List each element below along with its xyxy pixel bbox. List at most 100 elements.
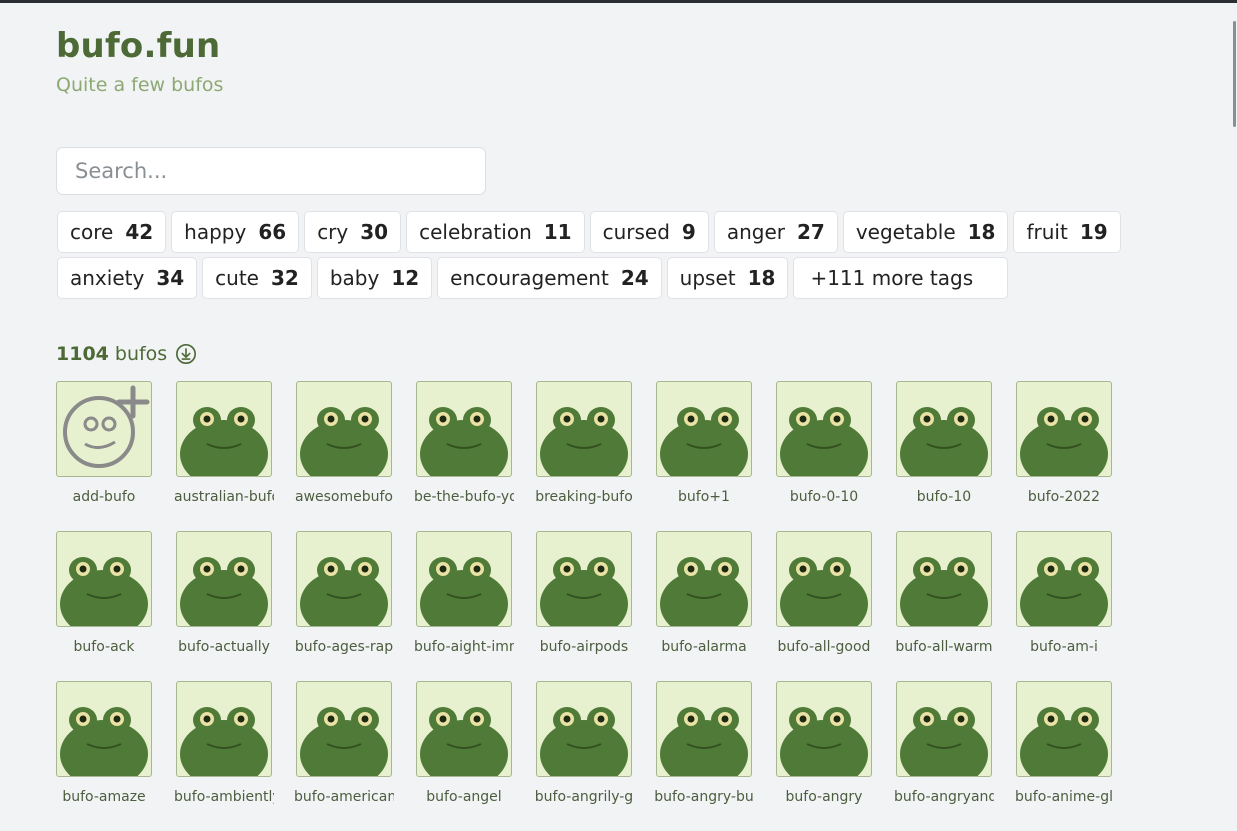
tag-cursed[interactable]: cursed 9 xyxy=(589,211,709,253)
bufo-card[interactable]: bufo-aight-imma xyxy=(414,531,514,655)
bufo-thumbnail[interactable] xyxy=(896,531,992,627)
bufo-thumbnail[interactable] xyxy=(896,681,992,777)
tag-happy[interactable]: happy 66 xyxy=(171,211,300,253)
bufo-thumbnail[interactable] xyxy=(1016,681,1112,777)
bufo-name[interactable]: bufo+1 xyxy=(654,489,754,505)
tag-encouragement[interactable]: encouragement 24 xyxy=(437,257,662,299)
more-tags-button[interactable]: +111 more tags xyxy=(793,257,1009,299)
bufo-thumbnail[interactable] xyxy=(776,531,872,627)
bufo-thumbnail[interactable] xyxy=(416,381,512,477)
bufo-thumbnail[interactable] xyxy=(536,681,632,777)
bufo-name[interactable]: bufo-actually xyxy=(174,639,274,655)
tag-celebration[interactable]: celebration 11 xyxy=(406,211,585,253)
scrollbar-thumb[interactable] xyxy=(1233,21,1236,127)
bufo-card[interactable]: bufo-angrily-g xyxy=(534,681,634,805)
bufo-name[interactable]: breaking-bufo xyxy=(534,489,634,505)
tag-cute[interactable]: cute 32 xyxy=(202,257,312,299)
bufo-thumbnail[interactable] xyxy=(656,531,752,627)
bufo-name[interactable]: australian-bufo xyxy=(174,489,274,505)
bufo-name[interactable]: bufo-all-good xyxy=(774,639,874,655)
bufo-card[interactable]: bufo+1 xyxy=(656,381,752,505)
bufo-thumbnail[interactable] xyxy=(176,381,272,477)
tag-vegetable[interactable]: vegetable 18 xyxy=(842,211,1009,253)
bufo-card[interactable]: australian-bufo xyxy=(174,381,274,505)
bufo-thumbnail[interactable] xyxy=(296,531,392,627)
bufo-name[interactable]: bufo-angry-bu xyxy=(654,789,754,805)
bufo-card[interactable]: be-the-bufo-you xyxy=(414,381,514,505)
bufo-card[interactable]: bufo-am-i xyxy=(1016,531,1112,655)
bufo-card[interactable]: bufo-0-10 xyxy=(776,381,872,505)
tag-cry[interactable]: cry 30 xyxy=(304,211,402,253)
site-title[interactable]: bufo.fun xyxy=(56,26,220,66)
bufo-card[interactable]: bufo-airpods xyxy=(536,531,632,655)
bufo-thumbnail[interactable] xyxy=(296,381,392,477)
bufo-thumbnail[interactable] xyxy=(56,381,152,477)
bufo-card[interactable]: bufo-anime-gl xyxy=(1014,681,1114,805)
bufo-name[interactable]: bufo-american xyxy=(294,789,394,805)
bufo-name[interactable]: add-bufo xyxy=(54,489,154,505)
bufo-card[interactable]: bufo-10 xyxy=(896,381,992,505)
bufo-name[interactable]: awesomebufo xyxy=(294,489,394,505)
bufo-card[interactable]: bufo-actually xyxy=(176,531,272,655)
bufo-name[interactable]: bufo-10 xyxy=(894,489,994,505)
bufo-name[interactable]: bufo-amaze xyxy=(54,789,154,805)
scrollbar[interactable] xyxy=(1229,3,1237,814)
bufo-thumbnail[interactable] xyxy=(416,531,512,627)
bufo-name[interactable]: bufo-aight-imma xyxy=(414,639,514,655)
tag-fruit[interactable]: fruit 19 xyxy=(1013,211,1121,253)
bufo-thumbnail[interactable] xyxy=(176,681,272,777)
bufo-thumbnail[interactable] xyxy=(536,531,632,627)
bufo-name[interactable]: bufo-angrily-g xyxy=(534,789,634,805)
bufo-name[interactable]: bufo-0-10 xyxy=(774,489,874,505)
bufo-card[interactable]: bufo-angel xyxy=(416,681,512,805)
bufo-card[interactable]: bufo-ages-rap xyxy=(294,531,394,655)
download-circle-icon[interactable] xyxy=(175,343,197,365)
bufo-thumbnail[interactable] xyxy=(1016,531,1112,627)
bufo-thumbnail[interactable] xyxy=(536,381,632,477)
tag-anger[interactable]: anger 27 xyxy=(713,211,838,253)
tag-baby[interactable]: baby 12 xyxy=(316,257,433,299)
bufo-card[interactable]: add-bufo xyxy=(56,381,152,505)
bufo-card[interactable]: awesomebufo xyxy=(294,381,394,505)
bufo-name[interactable]: bufo-ages-rap xyxy=(294,639,394,655)
bufo-card[interactable]: bufo-amaze xyxy=(56,681,152,805)
bufo-name[interactable]: bufo-all-warm xyxy=(894,639,994,655)
bufo-card[interactable]: bufo-angryand xyxy=(894,681,994,805)
bufo-name[interactable]: bufo-alarma xyxy=(654,639,754,655)
bufo-thumbnail[interactable] xyxy=(656,381,752,477)
bufo-thumbnail[interactable] xyxy=(176,531,272,627)
bufo-card[interactable]: bufo-all-warm xyxy=(894,531,994,655)
bufo-name[interactable]: bufo-ack xyxy=(54,639,154,655)
bufo-name[interactable]: bufo-angel xyxy=(414,789,514,805)
bufo-thumbnail[interactable] xyxy=(56,681,152,777)
tag-upset[interactable]: upset 18 xyxy=(666,257,789,299)
bufo-card[interactable]: bufo-angry xyxy=(776,681,872,805)
search-input[interactable] xyxy=(56,147,486,195)
bufo-name[interactable]: be-the-bufo-you xyxy=(414,489,514,505)
bufo-name[interactable]: bufo-am-i xyxy=(1014,639,1114,655)
bufo-thumbnail[interactable] xyxy=(776,681,872,777)
bufo-thumbnail[interactable] xyxy=(296,681,392,777)
tag-anxiety[interactable]: anxiety 34 xyxy=(57,257,198,299)
bufo-thumbnail[interactable] xyxy=(416,681,512,777)
bufo-card[interactable]: breaking-bufo xyxy=(534,381,634,505)
tag-core[interactable]: core 42 xyxy=(57,211,167,253)
bufo-name[interactable]: bufo-ambiently xyxy=(174,789,274,805)
bufo-card[interactable]: bufo-angry-bu xyxy=(654,681,754,805)
bufo-thumbnail[interactable] xyxy=(56,531,152,627)
bufo-thumbnail[interactable] xyxy=(656,681,752,777)
bufo-card[interactable]: bufo-alarma xyxy=(656,531,752,655)
bufo-name[interactable]: bufo-2022 xyxy=(1014,489,1114,505)
bufo-card[interactable]: bufo-ambiently xyxy=(174,681,274,805)
bufo-name[interactable]: bufo-angryand xyxy=(894,789,994,805)
bufo-card[interactable]: bufo-american xyxy=(294,681,394,805)
bufo-card[interactable]: bufo-ack xyxy=(56,531,152,655)
bufo-name[interactable]: bufo-anime-gl xyxy=(1014,789,1114,805)
bufo-thumbnail[interactable] xyxy=(776,381,872,477)
bufo-thumbnail[interactable] xyxy=(896,381,992,477)
bufo-name[interactable]: bufo-angry xyxy=(774,789,874,805)
bufo-card[interactable]: bufo-2022 xyxy=(1016,381,1112,505)
bufo-name[interactable]: bufo-airpods xyxy=(534,639,634,655)
bufo-thumbnail[interactable] xyxy=(1016,381,1112,477)
bufo-card[interactable]: bufo-all-good xyxy=(776,531,872,655)
